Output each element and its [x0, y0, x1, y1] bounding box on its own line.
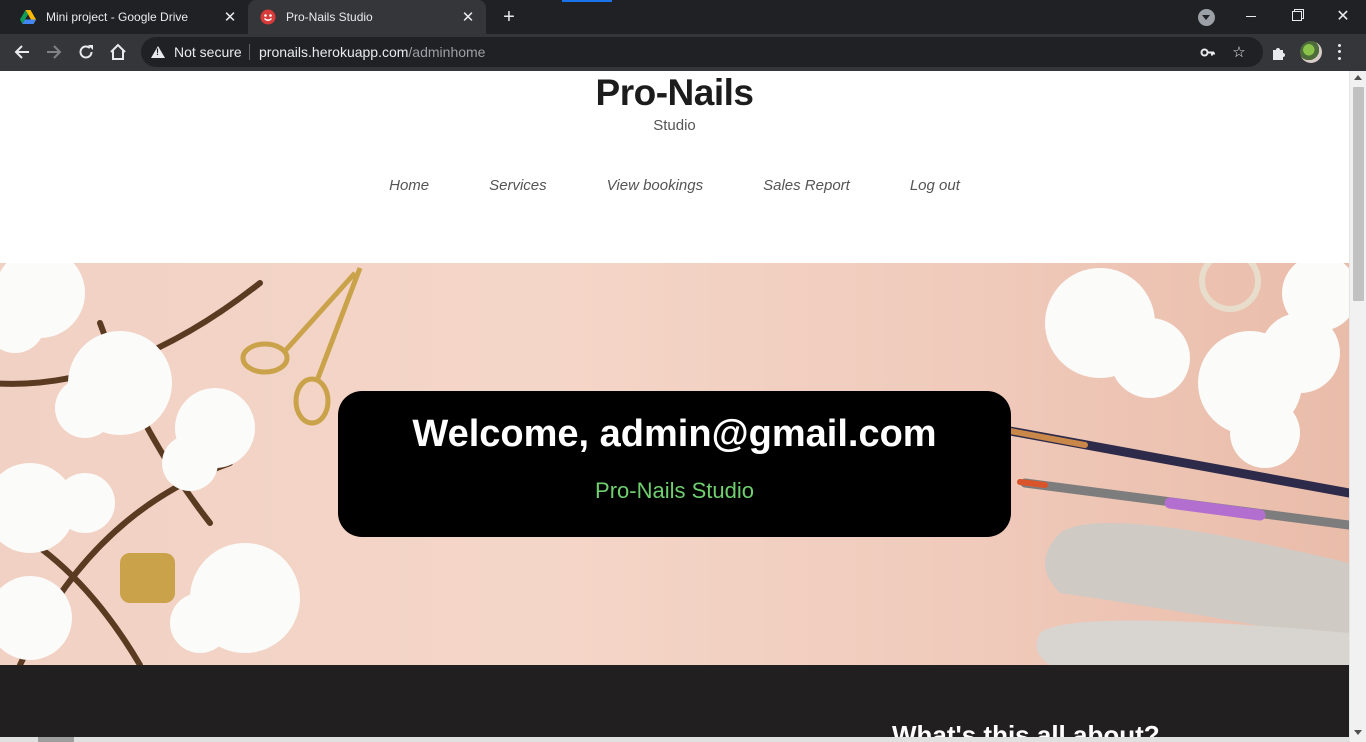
scroll-down-icon[interactable]	[1354, 730, 1362, 735]
horizontal-scroll-thumb[interactable]	[38, 737, 74, 742]
arrow-left-icon	[14, 45, 29, 59]
site-brand-subtitle: Studio	[653, 117, 696, 134]
url-text[interactable]: pronails.herokuapp.com/adminhome	[259, 44, 485, 60]
extensions-icon[interactable]	[1270, 44, 1288, 62]
divider	[249, 44, 250, 60]
close-icon[interactable]: ✕	[458, 7, 478, 27]
browser-toolbar: Not secure pronails.herokuapp.com/adminh…	[0, 34, 1366, 71]
new-tab-button[interactable]: +	[498, 6, 520, 28]
tab-strip: Mini project - Google Drive ✕ Pro-Nails …	[0, 0, 1366, 34]
bookmark-star-icon[interactable]: ☆	[1231, 44, 1247, 61]
minimize-button[interactable]	[1228, 0, 1274, 32]
home-button[interactable]	[104, 38, 132, 66]
security-label[interactable]: Not secure	[174, 44, 242, 60]
site-header: Pro-Nails Studio Home Services View book…	[0, 71, 1349, 263]
home-icon	[110, 43, 126, 60]
minimize-icon	[1246, 15, 1256, 17]
page-viewport: Pro-Nails Studio Home Services View book…	[0, 71, 1366, 742]
warning-icon[interactable]	[151, 46, 165, 58]
welcome-heading: Welcome, admin@gmail.com	[412, 413, 937, 455]
google-drive-icon	[20, 10, 36, 24]
forward-button[interactable]	[40, 38, 68, 66]
scroll-up-icon[interactable]	[1354, 75, 1362, 80]
nav-home[interactable]: Home	[389, 177, 429, 194]
back-button[interactable]	[8, 38, 36, 66]
tab-title: Mini project - Google Drive	[46, 10, 189, 24]
pro-nails-favicon	[260, 9, 276, 25]
key-icon[interactable]	[1199, 44, 1215, 60]
tab-google-drive[interactable]: Mini project - Google Drive ✕	[8, 0, 248, 34]
url-host: pronails.herokuapp.com	[259, 44, 409, 60]
about-section: What's this all about?	[0, 665, 1349, 742]
site-brand[interactable]: Pro-Nails	[0, 72, 1349, 114]
nav-services[interactable]: Services	[489, 177, 547, 194]
horizontal-scrollbar[interactable]	[0, 737, 1349, 742]
media-indicator	[562, 0, 612, 2]
restore-icon	[1292, 11, 1302, 21]
url-path: /adminhome	[408, 44, 486, 60]
reload-button[interactable]	[72, 38, 100, 66]
welcome-card: Welcome, admin@gmail.com Pro-Nails Studi…	[338, 391, 1011, 537]
more-menu-icon[interactable]	[1336, 42, 1342, 62]
profile-avatar[interactable]	[1300, 41, 1322, 63]
address-bar[interactable]: Not secure pronails.herokuapp.com/adminh…	[141, 37, 1263, 67]
tab-title: Pro-Nails Studio	[286, 10, 373, 24]
tab-pro-nails[interactable]: Pro-Nails Studio ✕	[248, 0, 486, 34]
hero-banner: Welcome, admin@gmail.com Pro-Nails Studi…	[0, 263, 1349, 665]
nav-view-bookings[interactable]: View bookings	[607, 177, 703, 194]
arrow-right-icon	[47, 45, 62, 59]
window-close-button[interactable]: ✕	[1320, 0, 1366, 32]
close-icon[interactable]: ✕	[220, 7, 240, 27]
nav-log-out[interactable]: Log out	[910, 177, 960, 194]
reload-icon	[79, 45, 93, 59]
welcome-subtitle: Pro-Nails Studio	[595, 478, 754, 503]
scroll-thumb[interactable]	[1353, 87, 1364, 301]
vertical-scrollbar[interactable]	[1349, 71, 1366, 742]
nav-sales-report[interactable]: Sales Report	[763, 177, 850, 194]
main-nav: Home Services View bookings Sales Report…	[0, 177, 1349, 194]
tab-search-icon[interactable]	[1198, 9, 1215, 26]
restore-button[interactable]	[1274, 0, 1320, 32]
